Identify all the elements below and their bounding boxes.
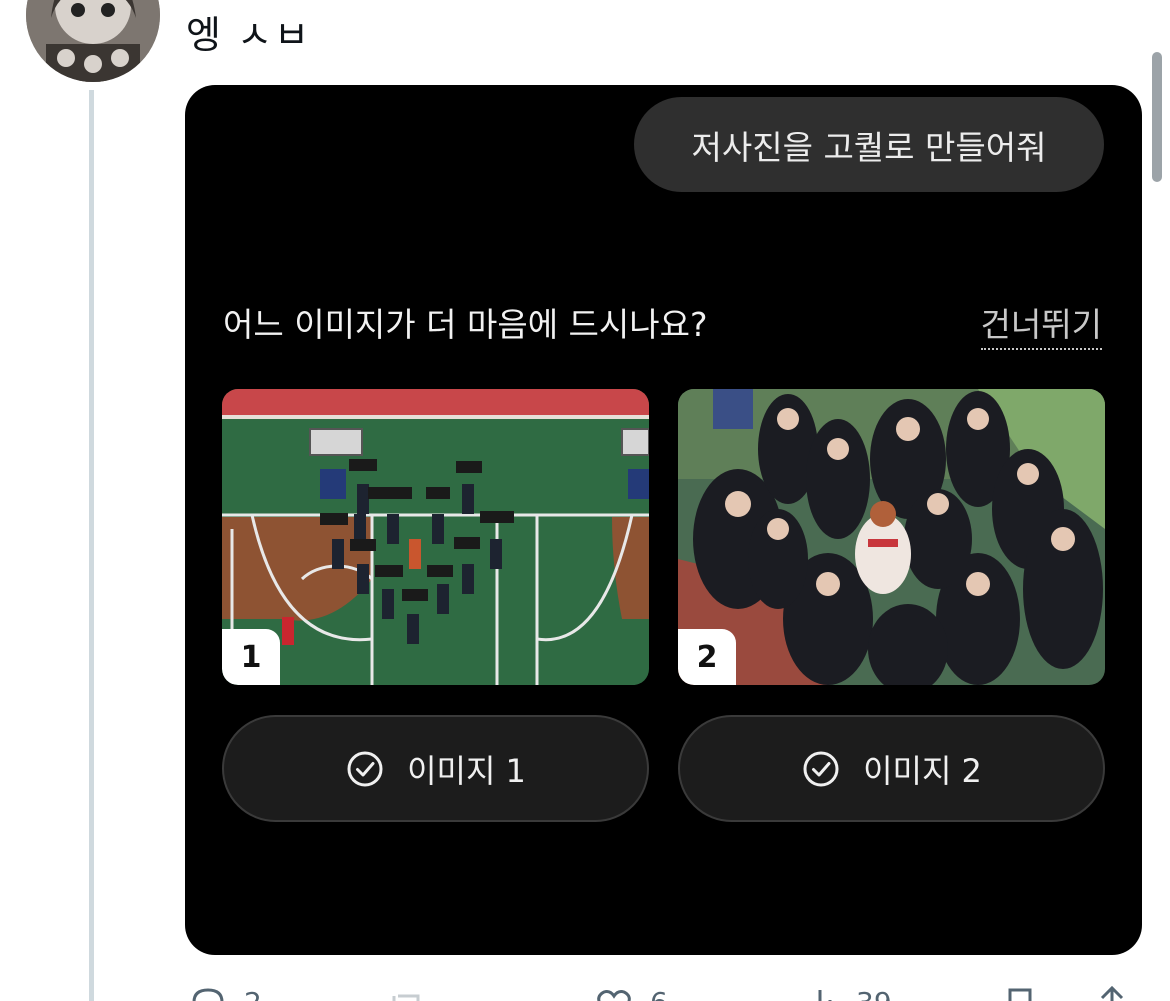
check-circle-icon [803, 751, 839, 786]
username[interactable]: 엥 ㅅㅂ [186, 4, 311, 59]
choose-image-1-button[interactable]: 이미지 1 [222, 715, 649, 822]
bookmark-icon [1008, 988, 1032, 1001]
skip-link[interactable]: 건너뛰기 [980, 298, 1102, 350]
choice-question: 어느 이미지가 더 마음에 드시나요? [223, 305, 708, 344]
image-badge-2: 2 [678, 629, 736, 685]
like-icon [597, 990, 631, 1001]
retweet-button[interactable] [384, 982, 428, 1001]
views-icon [818, 990, 832, 1001]
image-choice-card: 저사진을 고퀄로 만들어줘 어느 이미지가 더 마음에 드시나요? 건너뛰기 1… [185, 85, 1142, 955]
view-count: 39 [856, 986, 892, 1001]
share-button[interactable] [1090, 982, 1134, 1001]
thread-line [89, 90, 94, 1001]
scrollbar[interactable] [1152, 52, 1162, 182]
views-button[interactable]: 39 [798, 982, 892, 1001]
pixel-court-image [222, 389, 649, 685]
image-badge-1: 1 [222, 629, 280, 685]
reply-icon [192, 988, 224, 1001]
choice-label-2: 이미지 2 [863, 751, 982, 790]
check-circle-icon [347, 751, 383, 786]
image-option-2[interactable]: 2 [678, 389, 1105, 685]
avatar[interactable] [26, 0, 160, 82]
reply-count: 2 [244, 986, 262, 1001]
like-count: 6 [650, 986, 668, 1001]
image-option-1[interactable]: 1 [222, 389, 649, 685]
page: 엥 ㅅㅂ 저사진을 고퀄로 만들어줘 어느 이미지가 더 마음에 드시나요? 건… [0, 0, 1170, 1001]
choose-image-2-button[interactable]: 이미지 2 [678, 715, 1105, 822]
reply-button[interactable]: 2 [186, 982, 262, 1001]
choice-label-1: 이미지 1 [407, 751, 526, 790]
bookmark-button[interactable] [998, 982, 1042, 1001]
user-prompt-bubble: 저사진을 고퀄로 만들어줘 [634, 97, 1104, 192]
illustrated-group-image [678, 389, 1105, 685]
like-button[interactable]: 6 [592, 982, 668, 1001]
post-actions: 2 6 39 [186, 982, 1146, 1001]
share-icon [1100, 985, 1124, 1001]
retweet-icon [392, 994, 420, 1001]
